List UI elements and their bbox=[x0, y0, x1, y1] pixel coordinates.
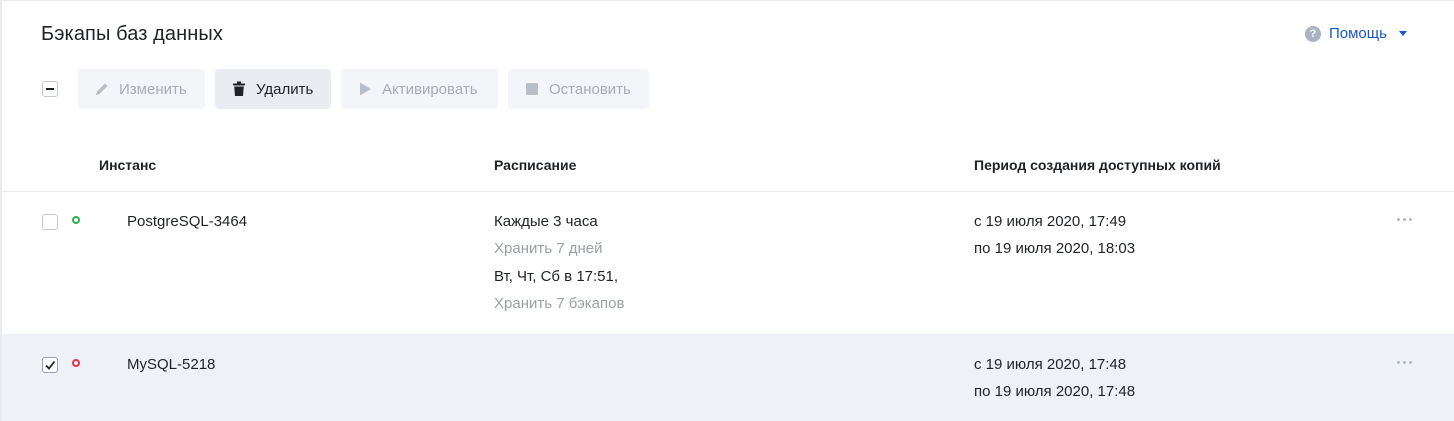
status-inactive-icon bbox=[72, 359, 80, 367]
table-row[interactable]: MySQL-5218 с 19 июля 2020, 17:48 по 19 и… bbox=[2, 334, 1454, 421]
status-active-icon bbox=[72, 216, 80, 224]
schedule-line: Каждые 3 часа bbox=[494, 213, 598, 230]
help-dropdown[interactable]: ? Помощь bbox=[1305, 25, 1407, 42]
play-icon bbox=[357, 81, 373, 97]
pencil-icon bbox=[94, 81, 110, 97]
stop-button-label: Остановить bbox=[549, 80, 631, 98]
column-header-period[interactable]: Период создания доступных копий bbox=[974, 157, 1221, 173]
question-icon: ? bbox=[1305, 25, 1321, 42]
column-header-schedule[interactable]: Расписание bbox=[494, 157, 576, 173]
trash-icon bbox=[231, 81, 247, 97]
edit-button-label: Изменить bbox=[119, 80, 187, 98]
period-from: с 19 июля 2020, 17:48 bbox=[974, 356, 1127, 373]
activate-button-label: Активировать bbox=[382, 80, 478, 98]
table-row[interactable]: PostgreSQL-3464 Каждые 3 часа Хранить 7 … bbox=[2, 192, 1454, 333]
more-options-icon[interactable] bbox=[1397, 218, 1412, 221]
instance-name[interactable]: MySQL-5218 bbox=[127, 356, 215, 373]
stop-button[interactable]: Остановить bbox=[508, 69, 649, 109]
select-all-checkbox[interactable] bbox=[42, 81, 58, 97]
edit-button[interactable]: Изменить bbox=[78, 69, 205, 109]
delete-button-label: Удалить bbox=[256, 80, 314, 98]
checkmark-icon bbox=[45, 360, 56, 370]
period-from: с 19 июля 2020, 17:49 bbox=[974, 213, 1127, 230]
instance-name[interactable]: PostgreSQL-3464 bbox=[127, 213, 247, 230]
period-to: по 19 июля 2020, 18:03 bbox=[974, 240, 1136, 257]
schedule-retention: Хранить 7 бэкапов bbox=[494, 295, 625, 312]
more-options-icon[interactable] bbox=[1397, 361, 1412, 364]
schedule-retention: Хранить 7 дней bbox=[494, 240, 603, 257]
help-label: Помощь bbox=[1329, 25, 1387, 42]
schedule-line: Вт, Чт, Сб в 17:51, bbox=[494, 268, 619, 285]
period-to: по 19 июля 2020, 17:48 bbox=[974, 383, 1136, 400]
row-checkbox[interactable] bbox=[42, 357, 58, 373]
chevron-down-icon bbox=[1398, 31, 1407, 36]
activate-button[interactable]: Активировать bbox=[341, 69, 498, 109]
stop-icon bbox=[524, 81, 540, 97]
row-checkbox[interactable] bbox=[42, 214, 58, 230]
indeterminate-icon bbox=[46, 88, 54, 90]
column-header-instance[interactable]: Инстанс bbox=[99, 157, 156, 173]
delete-button[interactable]: Удалить bbox=[215, 69, 331, 109]
page-title: Бэкапы баз данных bbox=[41, 23, 223, 45]
